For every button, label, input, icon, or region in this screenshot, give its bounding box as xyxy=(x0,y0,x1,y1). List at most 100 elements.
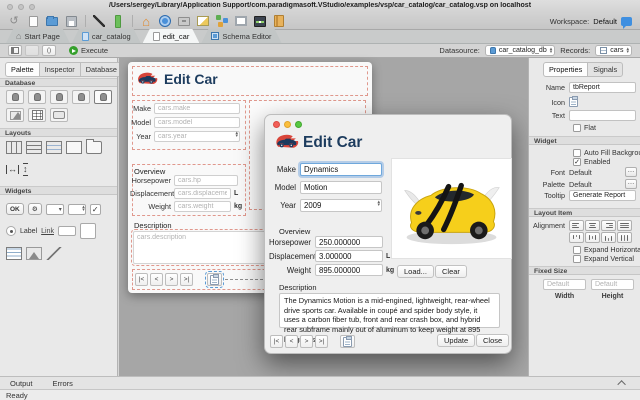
tab-palette[interactable]: Palette xyxy=(5,62,40,77)
db-spinner-icon[interactable] xyxy=(28,90,46,104)
db-lineedit-icon[interactable] xyxy=(72,90,90,104)
label-widget-icon[interactable]: Label xyxy=(20,228,37,235)
textedit-widget-icon[interactable] xyxy=(80,223,96,239)
checkbox-widget-icon[interactable]: ✓ xyxy=(90,204,101,215)
report-icon[interactable] xyxy=(569,97,578,107)
combobox-widget-icon[interactable]: ▾ xyxy=(46,204,64,215)
db-textedit-icon[interactable] xyxy=(94,90,112,104)
chat-icon[interactable] xyxy=(621,17,632,26)
load-button[interactable]: Load... xyxy=(397,265,434,278)
tab-edit-car[interactable]: edit_car xyxy=(143,29,200,43)
year-field[interactable] xyxy=(154,131,240,142)
expand-vertical-checkbox[interactable] xyxy=(573,255,581,263)
code-braces-icon[interactable]: () xyxy=(42,45,56,56)
description-text[interactable]: The Dynamics Motion is a mid-engined, li… xyxy=(279,293,500,328)
pen-icon[interactable] xyxy=(90,14,108,29)
new-file-icon[interactable] xyxy=(24,14,42,29)
button-widget-icon[interactable]: OK xyxy=(6,203,24,215)
model-field[interactable] xyxy=(154,117,240,128)
lineedit-widget-icon[interactable] xyxy=(58,226,76,236)
next-record-button[interactable]: > xyxy=(300,335,313,348)
records-select[interactable]: cars ▴▾ xyxy=(595,45,632,56)
window-minimize-button[interactable] xyxy=(18,4,24,10)
window-zoom-button[interactable] xyxy=(29,4,35,10)
imageview-widget-icon[interactable] xyxy=(26,247,42,260)
weight-input[interactable] xyxy=(315,264,383,276)
make-field[interactable] xyxy=(154,103,240,114)
open-folder-icon[interactable] xyxy=(43,14,61,29)
next-record-button[interactable]: > xyxy=(165,273,178,286)
align-vcenter-icon[interactable] xyxy=(585,232,600,243)
autofill-checkbox[interactable] xyxy=(573,149,581,157)
tooltip-input[interactable] xyxy=(569,190,636,201)
year-input[interactable] xyxy=(300,199,382,212)
last-record-button[interactable]: >| xyxy=(315,335,328,348)
clear-button[interactable]: Clear xyxy=(435,265,467,278)
db-button-icon[interactable] xyxy=(50,108,68,122)
db-checkbox-icon[interactable] xyxy=(50,90,68,104)
toggle-panel-icon[interactable] xyxy=(8,45,22,56)
box-layout-icon[interactable] xyxy=(66,141,82,154)
tab-start-page[interactable]: ⌂Start Page xyxy=(6,29,70,43)
book-icon[interactable] xyxy=(270,14,288,29)
height-input[interactable] xyxy=(591,279,634,290)
window-close-button[interactable] xyxy=(7,4,13,10)
listview-widget-icon[interactable] xyxy=(6,247,22,260)
db-combobox-icon[interactable] xyxy=(6,90,24,104)
prev-record-button[interactable]: < xyxy=(285,335,298,348)
output-tab[interactable]: Output xyxy=(0,379,43,388)
report-button[interactable] xyxy=(207,273,222,286)
archive-icon[interactable] xyxy=(175,14,193,29)
v-spacer-icon[interactable]: ↕ xyxy=(23,163,28,176)
align-bottom-icon[interactable] xyxy=(601,232,616,243)
workspace-value[interactable]: Default xyxy=(593,17,617,26)
datasource-select[interactable]: car_catalog_db ▴▾ xyxy=(485,45,555,56)
line-widget-icon[interactable] xyxy=(46,247,62,260)
stepper-icon[interactable]: ▴▾ xyxy=(235,132,238,138)
width-input[interactable] xyxy=(543,279,586,290)
prev-record-button[interactable]: < xyxy=(150,273,163,286)
align-top-icon[interactable] xyxy=(569,232,584,243)
row-layout-icon[interactable] xyxy=(26,141,42,154)
spinbox-widget-icon[interactable]: ▴▾ xyxy=(68,204,86,215)
align-justify-icon[interactable] xyxy=(617,220,632,231)
dialog-close-button[interactable] xyxy=(273,121,280,128)
font-picker-button[interactable]: … xyxy=(625,167,637,177)
tab-schema-editor[interactable]: Schema Editor xyxy=(201,29,281,43)
palette-picker-button[interactable]: … xyxy=(625,179,637,189)
expand-horizontal-checkbox[interactable] xyxy=(573,246,581,254)
image-icon[interactable] xyxy=(194,14,212,29)
tab-database[interactable]: Database xyxy=(80,62,123,77)
form-view-icon[interactable] xyxy=(25,45,39,56)
home-icon[interactable]: ⌂ xyxy=(137,14,155,29)
errors-tab[interactable]: Errors xyxy=(43,379,83,388)
toolbutton-widget-icon[interactable]: ⚙ xyxy=(28,203,42,215)
report-button[interactable] xyxy=(340,335,355,348)
execute-button[interactable]: Execute xyxy=(69,46,108,55)
tab-car-catalog[interactable]: car_catalog xyxy=(72,29,141,43)
flat-checkbox[interactable] xyxy=(573,124,581,132)
update-button[interactable]: Update xyxy=(437,334,475,347)
db-image-icon[interactable] xyxy=(6,108,24,122)
align-stretch-icon[interactable] xyxy=(617,232,632,243)
form-layout-icon[interactable] xyxy=(46,141,62,154)
chevron-up-icon[interactable] xyxy=(617,380,625,388)
horsepower-input[interactable] xyxy=(315,236,383,248)
column-chart-icon[interactable] xyxy=(109,14,127,29)
column-layout-icon[interactable] xyxy=(6,141,22,154)
first-record-button[interactable]: |< xyxy=(135,273,148,286)
enabled-checkbox[interactable]: ✓ xyxy=(573,158,581,166)
radio-widget-icon[interactable] xyxy=(6,226,16,236)
align-left-icon[interactable] xyxy=(569,220,584,231)
save-icon[interactable] xyxy=(62,14,80,29)
frame-icon[interactable] xyxy=(232,14,250,29)
close-button[interactable]: Close xyxy=(476,334,509,347)
tab-signals[interactable]: Signals xyxy=(587,62,623,77)
dialog-zoom-button[interactable] xyxy=(295,121,302,128)
last-record-button[interactable]: >| xyxy=(180,273,193,286)
weight-field[interactable] xyxy=(174,201,231,212)
activity-icon[interactable] xyxy=(251,14,269,29)
h-spacer-icon[interactable]: ↔ xyxy=(6,165,19,174)
undo-icon[interactable]: ↺ xyxy=(5,14,23,29)
displacement-field[interactable] xyxy=(174,188,231,199)
